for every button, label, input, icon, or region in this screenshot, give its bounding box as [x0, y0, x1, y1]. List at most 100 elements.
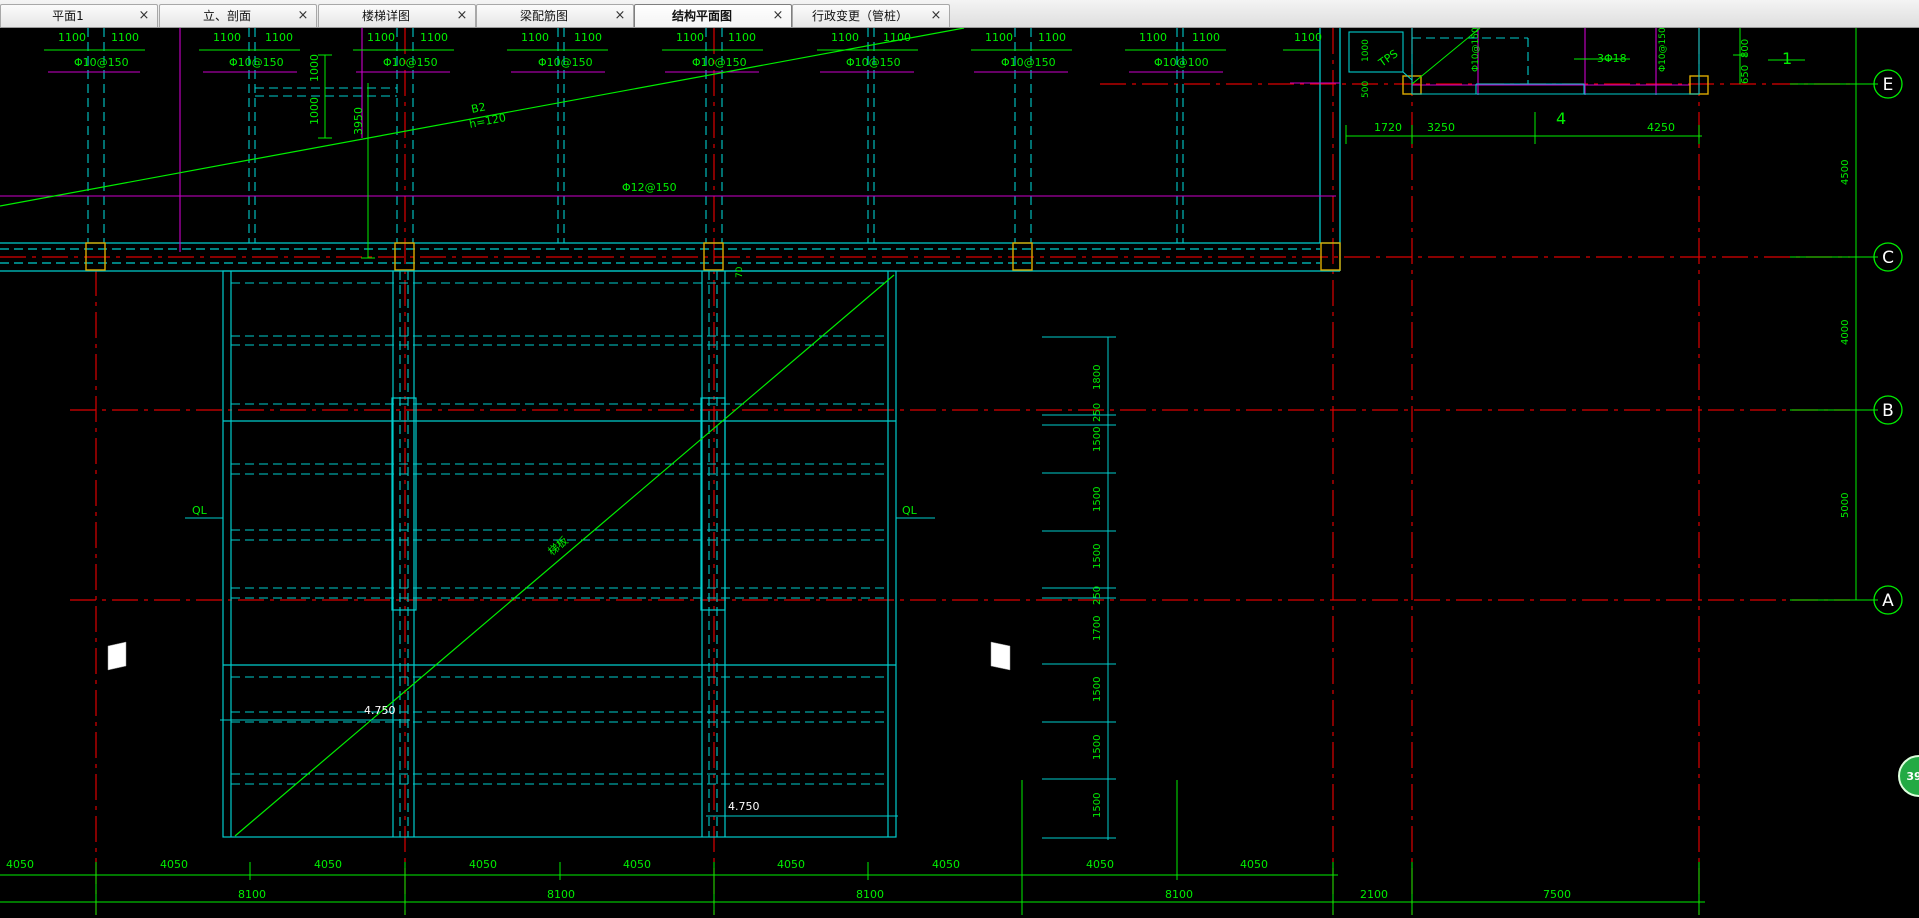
svg-text:8100: 8100 [547, 888, 575, 901]
rebar-label: Φ10@150 [229, 56, 284, 69]
drawing-tab-bar: 平面1 × 立、剖面 × 楼梯详图 × 梁配筋图 × 结构平面图 × 行政变更（… [0, 0, 1919, 28]
right-dim-text: 1800 250 1500 1500 1500 250 1700 1500 15… [1092, 365, 1103, 818]
svg-text:8100: 8100 [238, 888, 266, 901]
close-icon[interactable]: × [296, 7, 310, 25]
dim-text: 1100 [1038, 31, 1066, 44]
svg-text:250: 250 [1092, 586, 1103, 605]
elevation-value: 4.750 [364, 704, 396, 717]
tab-elevation-section[interactable]: 立、剖面 × [159, 4, 317, 27]
svg-text:3Φ18: 3Φ18 [1597, 52, 1627, 65]
dim-text: 1100 [265, 31, 293, 44]
svg-text:1000: 1000 [1361, 39, 1371, 62]
svg-text:4000: 4000 [1840, 320, 1851, 345]
svg-text:1800: 1800 [1092, 365, 1103, 390]
vertical-dim: 1000 [308, 54, 321, 82]
dim-text: 1100 [574, 31, 602, 44]
svg-text:4050: 4050 [6, 858, 34, 871]
axis-label: E [1883, 75, 1894, 95]
tab-plan-1[interactable]: 平面1 × [0, 4, 158, 27]
svg-text:4050: 4050 [623, 858, 651, 871]
close-icon[interactable]: × [929, 7, 943, 25]
svg-text:650: 650 [1740, 65, 1751, 84]
elevation-value: 4.750 [728, 800, 760, 813]
tie-label: 70 [735, 266, 745, 278]
rebar-label: Φ10@100 [1154, 56, 1209, 69]
svg-text:250: 250 [1092, 403, 1103, 422]
svg-text:1500: 1500 [1092, 487, 1103, 512]
svg-text:4050: 4050 [469, 858, 497, 871]
svg-text:4050: 4050 [314, 858, 342, 871]
svg-text:500: 500 [1361, 81, 1371, 98]
dim-text: 1100 [728, 31, 756, 44]
svg-text:1500: 1500 [1092, 427, 1103, 452]
dim-text: 1100 [367, 31, 395, 44]
dim-text: 1100 [1192, 31, 1220, 44]
svg-text:2100: 2100 [1360, 888, 1388, 901]
svg-text:4: 4 [1556, 109, 1566, 128]
svg-text:1500: 1500 [1092, 793, 1103, 818]
rebar-label: Φ10@150 [383, 56, 438, 69]
tab-label: 平面1 [52, 9, 84, 23]
dim-text: 1100 [58, 31, 86, 44]
rebar-label: Φ10@150 [692, 56, 747, 69]
axis-label: B [1882, 401, 1894, 421]
svg-text:1500: 1500 [1092, 677, 1103, 702]
dim-text: 1100 [883, 31, 911, 44]
dim-text: 1100 [1139, 31, 1167, 44]
close-icon[interactable]: × [613, 7, 627, 25]
dim-text: 1100 [676, 31, 704, 44]
svg-text:4050: 4050 [1086, 858, 1114, 871]
ql-label-left: QL [192, 504, 208, 517]
axis-label: A [1882, 591, 1894, 611]
rebar-label: Φ10@150 [74, 56, 129, 69]
status-badge-count: 39 [1906, 770, 1919, 783]
close-icon[interactable]: × [455, 7, 469, 25]
dim-text: 1100 [831, 31, 859, 44]
dim-text: 1100 [985, 31, 1013, 44]
slab-label: B2 [470, 100, 487, 116]
svg-text:1700: 1700 [1092, 616, 1103, 641]
svg-text:1500: 1500 [1092, 735, 1103, 760]
svg-text:5000: 5000 [1840, 493, 1851, 518]
ql-label-right: QL [902, 504, 918, 517]
tab-beam-rebar[interactable]: 梁配筋图 × [476, 4, 634, 27]
svg-text:4050: 4050 [932, 858, 960, 871]
dim-text: 1100 [521, 31, 549, 44]
mid-rebar-label: Φ12@150 [622, 181, 677, 194]
tab-label: 梁配筋图 [519, 9, 568, 23]
svg-text:3250: 3250 [1427, 121, 1455, 134]
svg-text:4250: 4250 [1647, 121, 1675, 134]
dim-text: 1100 [420, 31, 448, 44]
svg-text:4050: 4050 [160, 858, 188, 871]
svg-text:1720: 1720 [1374, 121, 1402, 134]
tab-label: 立、剖面 [202, 9, 251, 23]
tab-admin-change[interactable]: 行政变更（管桩） × [792, 4, 950, 27]
close-icon[interactable]: × [771, 7, 785, 25]
tab-structural-plan[interactable]: 结构平面图 × [634, 4, 792, 27]
vertical-dim: 3950 [352, 107, 365, 135]
svg-text:7500: 7500 [1543, 888, 1571, 901]
svg-text:Φ10@150: Φ10@150 [1471, 28, 1481, 72]
rebar-label: Φ10@150 [538, 56, 593, 69]
rebar-label: Φ10@150 [846, 56, 901, 69]
rebar-label: Φ10@150 [1001, 56, 1056, 69]
tab-stair-detail[interactable]: 楼梯详图 × [318, 4, 476, 27]
dim-text: 1100 [213, 31, 241, 44]
svg-text:8100: 8100 [856, 888, 884, 901]
svg-text:8100: 8100 [1165, 888, 1193, 901]
tab-label: 行政变更（管桩） [811, 9, 908, 23]
axis-label: C [1882, 248, 1894, 268]
svg-text:800: 800 [1740, 39, 1751, 58]
dim-text: 1100 [1294, 31, 1322, 44]
vertical-dim: 1000 [308, 97, 321, 125]
tab-label: 结构平面图 [671, 9, 732, 23]
svg-text:4500: 4500 [1840, 160, 1851, 185]
dim-text: 1100 [111, 31, 139, 44]
svg-text:1: 1 [1782, 49, 1792, 68]
svg-text:1500: 1500 [1092, 544, 1103, 569]
cad-drawing-canvas[interactable]: 1100 1100 1100 1100 1100 1100 1100 1100 … [0, 28, 1919, 918]
close-icon[interactable]: × [137, 7, 151, 25]
svg-text:Φ10@150: Φ10@150 [1658, 28, 1668, 72]
svg-text:4050: 4050 [1240, 858, 1268, 871]
tab-label: 楼梯详图 [361, 9, 410, 23]
